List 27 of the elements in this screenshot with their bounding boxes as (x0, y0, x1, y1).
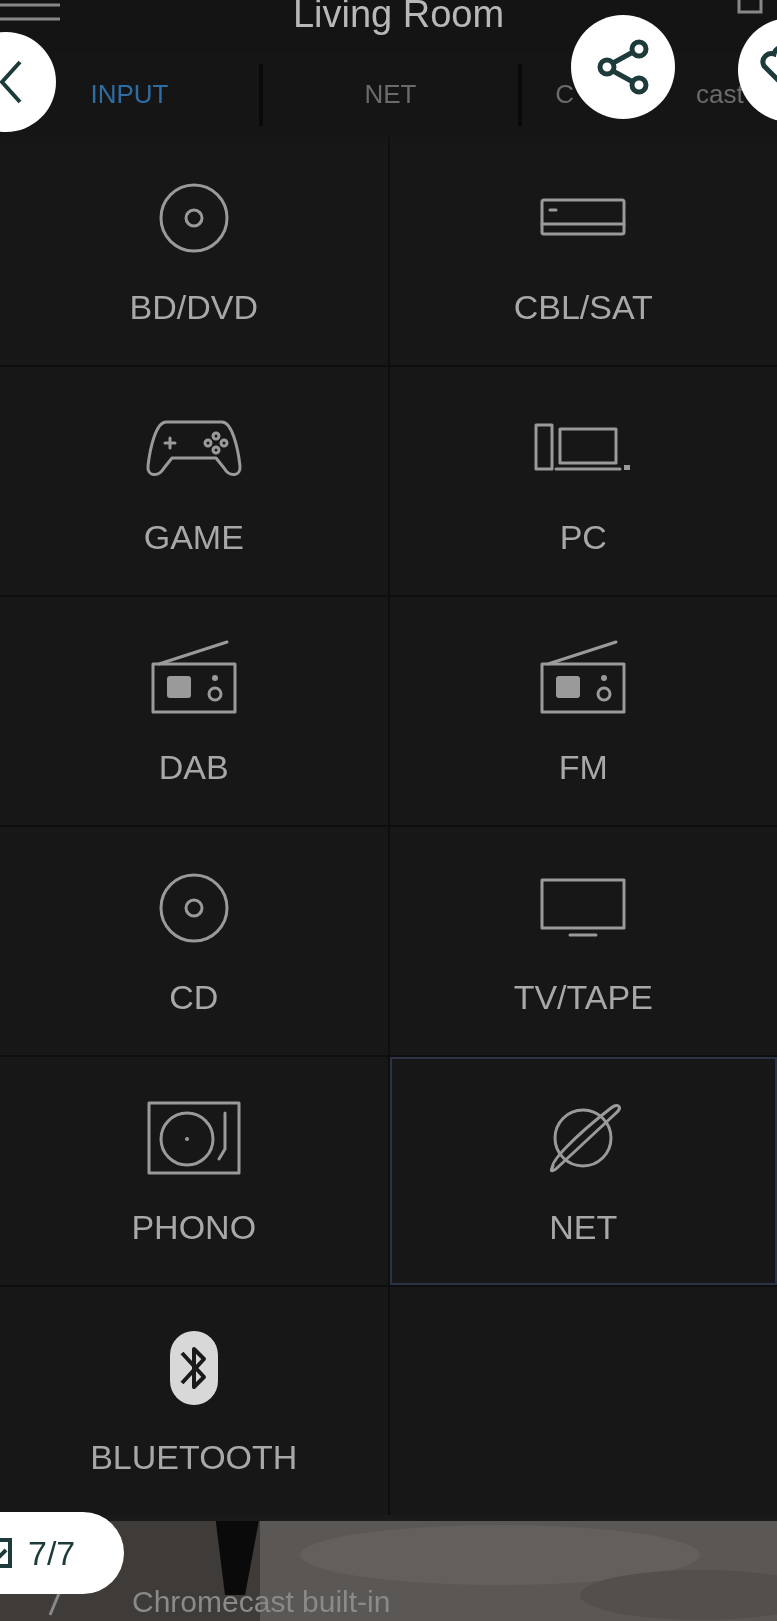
disc-icon (157, 182, 230, 254)
radio-icon (150, 640, 237, 716)
tab-label-fragment: cast (696, 78, 744, 111)
input-tile[interactable]: CD (0, 827, 388, 1055)
gamepad-icon (145, 418, 242, 478)
gallery-counter: 7/7 (0, 1512, 124, 1594)
back-icon (0, 60, 22, 104)
input-tile[interactable]: GAME (0, 367, 388, 595)
image-icon (0, 1536, 12, 1570)
input-tile[interactable]: PHONO (0, 1057, 388, 1285)
window-title: Living Room (292, 0, 505, 33)
set-top-box-icon (540, 198, 627, 238)
input-tile[interactable]: DAB (0, 597, 388, 825)
input-tile[interactable]: CBL/SAT (389, 137, 777, 365)
share-icon (595, 39, 651, 95)
computer-icon (534, 423, 633, 473)
input-tile[interactable]: NET (389, 1057, 777, 1285)
input-tile[interactable]: PC (389, 367, 777, 595)
television-icon (540, 878, 627, 938)
input-tile[interactable]: BLUETOOTH (0, 1287, 388, 1515)
disc-icon (157, 872, 230, 944)
radio-icon (540, 640, 627, 716)
turntable-icon (146, 1101, 241, 1175)
tv-icon[interactable] (737, 0, 763, 14)
input-tile[interactable]: FM (389, 597, 777, 825)
input-tile[interactable]: BD/DVD (0, 137, 388, 365)
input-tile[interactable]: TV/TAPE (389, 827, 777, 1055)
